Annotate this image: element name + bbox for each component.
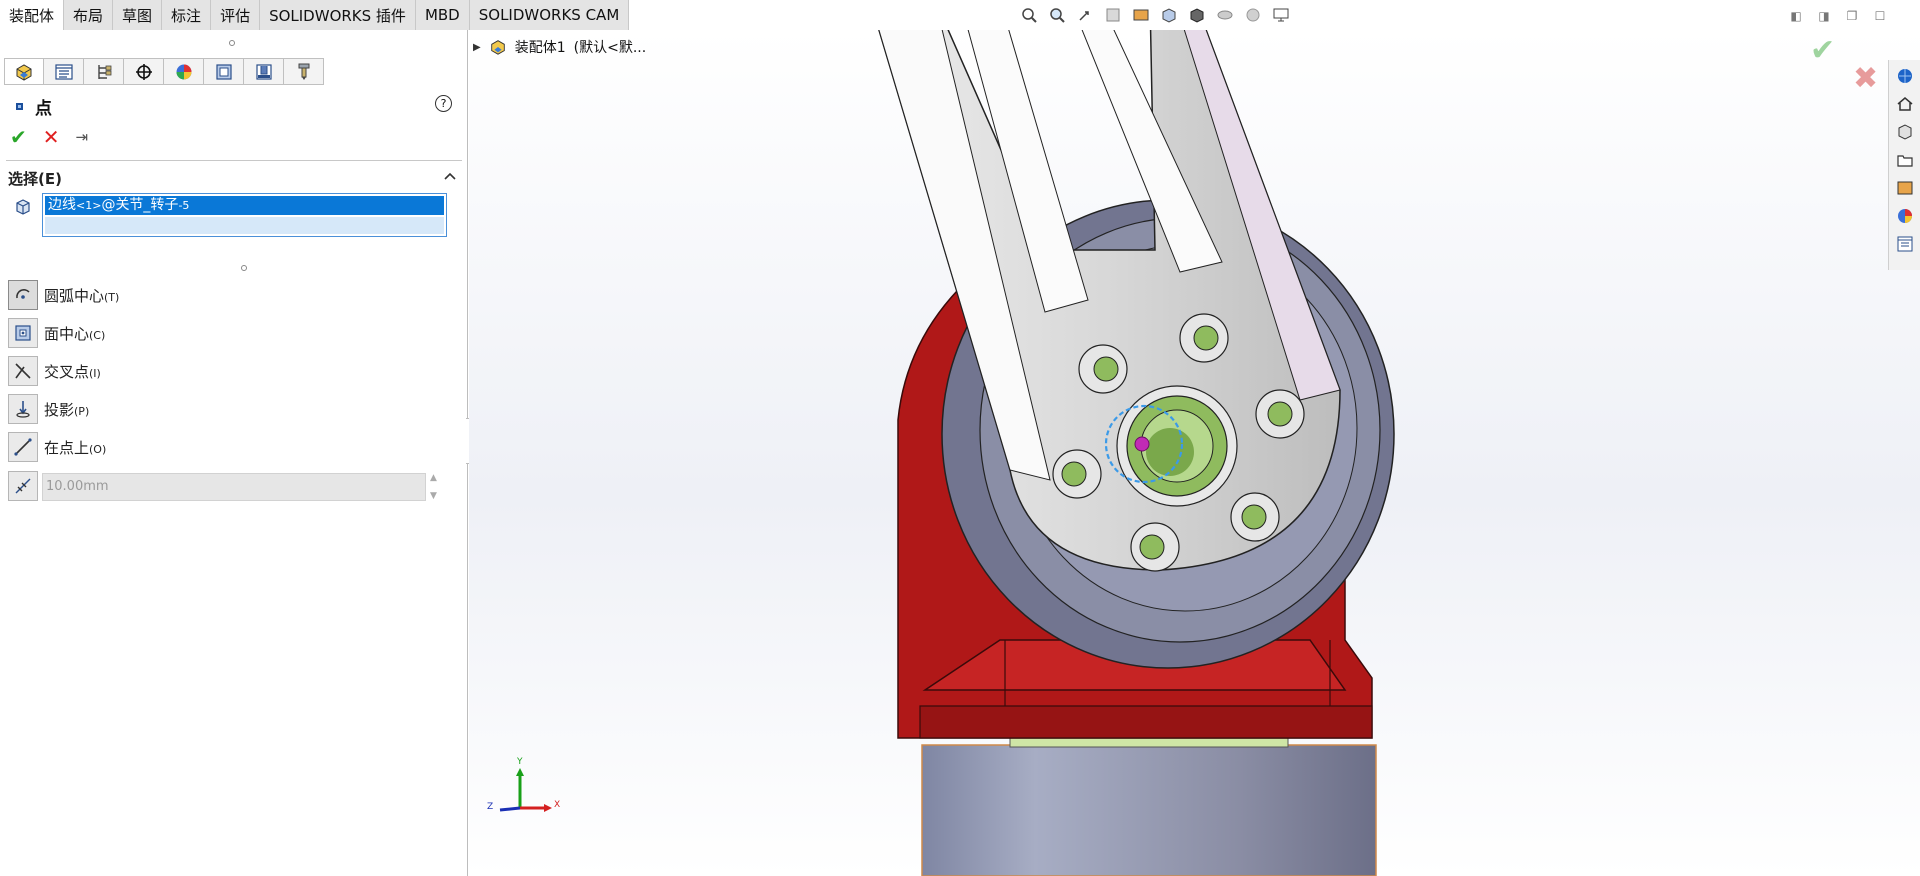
property-manager-panel: 点 ? ✔ ✕ ⇥ 选择(E) 边线<1>@关节_转子-5 圆弧中心(T) 面中… xyxy=(0,30,468,876)
dimxpert-tab[interactable] xyxy=(124,58,164,85)
panel-resize-grip[interactable] xyxy=(229,40,235,46)
assembly-icon xyxy=(16,63,32,81)
option-intersection[interactable]: 交叉点(I) xyxy=(8,356,101,386)
feature-tree-root[interactable]: ▶ 装配体1 (默认<默... xyxy=(473,37,646,57)
face-center-icon xyxy=(8,318,38,348)
feature-manager-tab[interactable] xyxy=(4,58,44,85)
projection-icon xyxy=(8,394,38,424)
spinner-up-icon[interactable]: ▲ xyxy=(430,473,444,483)
tab-layout[interactable]: 布局 xyxy=(64,0,114,30)
base-cylinder[interactable] xyxy=(921,744,1377,876)
solidworks-window: { "tabs": ["装配体", "布局", "草图", "标注", "评估"… xyxy=(0,0,1920,876)
dimxpert-icon xyxy=(135,63,152,80)
tab-solidworks-cam[interactable]: SOLIDWORKS CAM xyxy=(469,0,630,30)
tab-markup[interactable]: 标注 xyxy=(162,0,212,30)
selected-entity-item[interactable]: 边线<1>@关节_转子-5 xyxy=(45,196,444,215)
custom-properties-icon[interactable] xyxy=(1893,232,1917,256)
selection-empty-row xyxy=(45,217,444,234)
selection-filter-icon xyxy=(14,198,32,220)
edit-appearance-icon[interactable] xyxy=(1242,4,1264,26)
selection-box-resize-grip[interactable] xyxy=(241,265,247,271)
cam-operation-tab[interactable] xyxy=(244,58,284,85)
display-style-icon[interactable] xyxy=(1186,4,1208,26)
zoom-area-icon[interactable] xyxy=(1046,4,1068,26)
property-icon xyxy=(54,63,73,80)
option-arc-center[interactable]: 圆弧中心(T) xyxy=(8,280,119,310)
cam-feature-tab[interactable] xyxy=(204,58,244,85)
selection-section-title: 选择(E) xyxy=(8,170,62,188)
tab-assembly[interactable]: 装配体 xyxy=(0,0,65,30)
tab-mbd[interactable]: MBD xyxy=(415,0,470,30)
cam-tool-icon xyxy=(298,63,309,80)
view-palette-icon[interactable] xyxy=(1893,176,1917,200)
design-library-icon[interactable] xyxy=(1893,120,1917,144)
confirmation-corner-cancel-icon[interactable]: ✖ xyxy=(1853,61,1878,96)
help-button[interactable]: ? xyxy=(435,95,452,112)
option-along-curve[interactable]: 在点上(O) xyxy=(8,432,106,462)
restore-window-icon[interactable]: ❐ xyxy=(1844,8,1860,24)
intersection-icon xyxy=(8,356,38,386)
home-icon[interactable] xyxy=(1893,92,1917,116)
view-orientation-icon[interactable] xyxy=(1158,4,1180,26)
preview-point xyxy=(1134,436,1150,452)
coordinate-triad: Y X Z xyxy=(487,757,560,812)
cam-operation-icon xyxy=(255,63,272,80)
manager-tabs xyxy=(4,58,324,86)
spinner-down-icon[interactable]: ▼ xyxy=(430,491,444,501)
selection-list-box[interactable]: 边线<1>@关节_转子-5 xyxy=(42,193,447,237)
maximize-window-icon[interactable]: ☐ xyxy=(1872,8,1888,24)
distance-input[interactable]: 10.00mm xyxy=(42,473,426,501)
appearances-scenes-icon[interactable] xyxy=(1893,204,1917,228)
previous-view-icon[interactable] xyxy=(1074,4,1096,26)
axis-x-label: X xyxy=(554,800,560,810)
next-window-icon[interactable]: ◨ xyxy=(1816,8,1832,24)
display-manager-tab[interactable] xyxy=(164,58,204,85)
configuration-name: (默认<默... xyxy=(573,40,647,56)
distance-spinner[interactable]: ▲ ▼ xyxy=(430,473,444,501)
tab-sketch[interactable]: 草图 xyxy=(113,0,163,30)
display-monitor-icon[interactable] xyxy=(1270,4,1292,26)
assembly-name: 装配体1 xyxy=(514,40,566,56)
assembly-icon xyxy=(490,40,505,55)
hide-show-items-icon[interactable] xyxy=(1214,4,1236,26)
tab-solidworks-addins[interactable]: SOLIDWORKS 插件 xyxy=(260,0,416,30)
cancel-button[interactable]: ✕ xyxy=(43,125,60,149)
dialog-title-text: 点 xyxy=(35,99,52,119)
graphics-viewport[interactable] xyxy=(469,30,1920,876)
previous-window-icon[interactable]: ◧ xyxy=(1788,8,1804,24)
axis-z-label: Z xyxy=(487,802,493,812)
cam-icon xyxy=(215,63,232,80)
cam-tool-tab[interactable] xyxy=(284,58,324,85)
point-icon xyxy=(16,103,23,110)
along-curve-icon xyxy=(8,432,38,462)
pin-button[interactable]: ⇥ xyxy=(76,128,89,146)
section-view-icon[interactable] xyxy=(1102,4,1124,26)
distance-icon xyxy=(8,471,38,501)
robot-arm-model[interactable] xyxy=(469,30,1920,876)
expand-arrow-icon[interactable]: ▶ xyxy=(473,42,481,53)
task-pane xyxy=(1888,60,1920,270)
solidworks-resources-icon[interactable] xyxy=(1893,64,1917,88)
zoom-to-fit-icon[interactable] xyxy=(1018,4,1040,26)
appearance-icon xyxy=(176,64,191,79)
property-manager-tab[interactable] xyxy=(44,58,84,85)
option-projection[interactable]: 投影(P) xyxy=(8,394,89,424)
section-divider xyxy=(6,160,462,161)
config-icon xyxy=(97,64,111,79)
heads-up-toolbar xyxy=(1018,4,1292,26)
confirmation-corner-ok-icon[interactable]: ✔ xyxy=(1810,33,1835,68)
collapse-section-icon[interactable] xyxy=(444,170,456,185)
view-settings-icon[interactable] xyxy=(1130,4,1152,26)
tab-evaluate[interactable]: 评估 xyxy=(211,0,261,30)
dialog-actions: ✔ ✕ ⇥ xyxy=(10,125,88,149)
configuration-manager-tab[interactable] xyxy=(84,58,124,85)
ok-button[interactable]: ✔ xyxy=(10,125,27,149)
arc-center-icon xyxy=(8,280,38,310)
option-face-center[interactable]: 面中心(C) xyxy=(8,318,105,348)
command-manager-tabs: 装配体 布局 草图 标注 评估 SOLIDWORKS 插件 MBD SOLIDW… xyxy=(0,0,630,30)
axis-y-label: Y xyxy=(516,757,523,767)
document-window-controls: ◧ ◨ ❐ ☐ xyxy=(1788,8,1888,24)
file-explorer-icon[interactable] xyxy=(1893,148,1917,172)
point-dialog-title: 点 xyxy=(16,94,52,119)
